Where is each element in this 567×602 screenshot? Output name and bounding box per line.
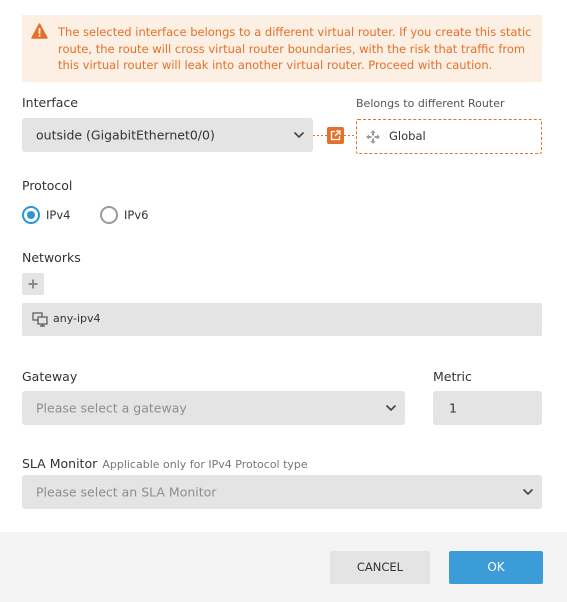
network-list: any-ipv4 [22,303,542,336]
ok-button[interactable]: OK [449,551,543,584]
warning-icon [31,23,48,39]
network-item-label: any-ipv4 [53,312,101,325]
interface-value: outside (GigabitEthernet0/0) [36,127,215,143]
gateway-select[interactable]: Please select a gateway [22,391,405,425]
interface-label: Interface [22,95,78,110]
warning-text: The selected interface belongs to a diff… [58,25,532,72]
protocol-label: Protocol [22,178,73,193]
interface-select[interactable]: outside (GigabitEthernet0/0) [22,118,313,152]
metric-value: 1 [449,400,457,416]
edit-icon[interactable] [327,127,344,144]
cancel-button[interactable]: CANCEL [330,551,430,584]
plus-icon [28,279,38,289]
radio-ipv4[interactable] [22,206,40,224]
gateway-placeholder: Please select a gateway [36,400,187,416]
radio-ipv6-label: IPv6 [124,208,149,222]
warning-banner: The selected interface belongs to a diff… [22,15,542,82]
router-label: Belongs to different Router [356,97,505,110]
external-link-icon [330,130,341,141]
metric-label: Metric [433,369,472,384]
add-network-button[interactable] [22,273,44,295]
sla-label-row: SLA Monitor Applicable only for IPv4 Pro… [22,453,308,472]
network-object-icon [32,312,48,327]
sla-hint: Applicable only for IPv4 Protocol type [102,458,308,471]
radio-ipv6[interactable] [100,206,118,224]
chevron-down-icon [385,404,397,412]
sla-placeholder: Please select an SLA Monitor [36,484,217,500]
gateway-label: Gateway [22,369,78,384]
router-box: Global [356,119,542,154]
chevron-down-icon [293,131,305,139]
chevron-down-icon [522,488,534,496]
dialog-footer: CANCEL OK [0,532,567,602]
router-icon [366,130,380,144]
networks-label: Networks [22,250,81,265]
sla-label: SLA Monitor [22,456,98,471]
metric-input[interactable]: 1 [433,391,542,425]
sla-select[interactable]: Please select an SLA Monitor [22,475,542,509]
network-item[interactable]: any-ipv4 [22,303,542,336]
radio-ipv4-label: IPv4 [46,208,71,222]
router-value: Global [389,129,426,143]
